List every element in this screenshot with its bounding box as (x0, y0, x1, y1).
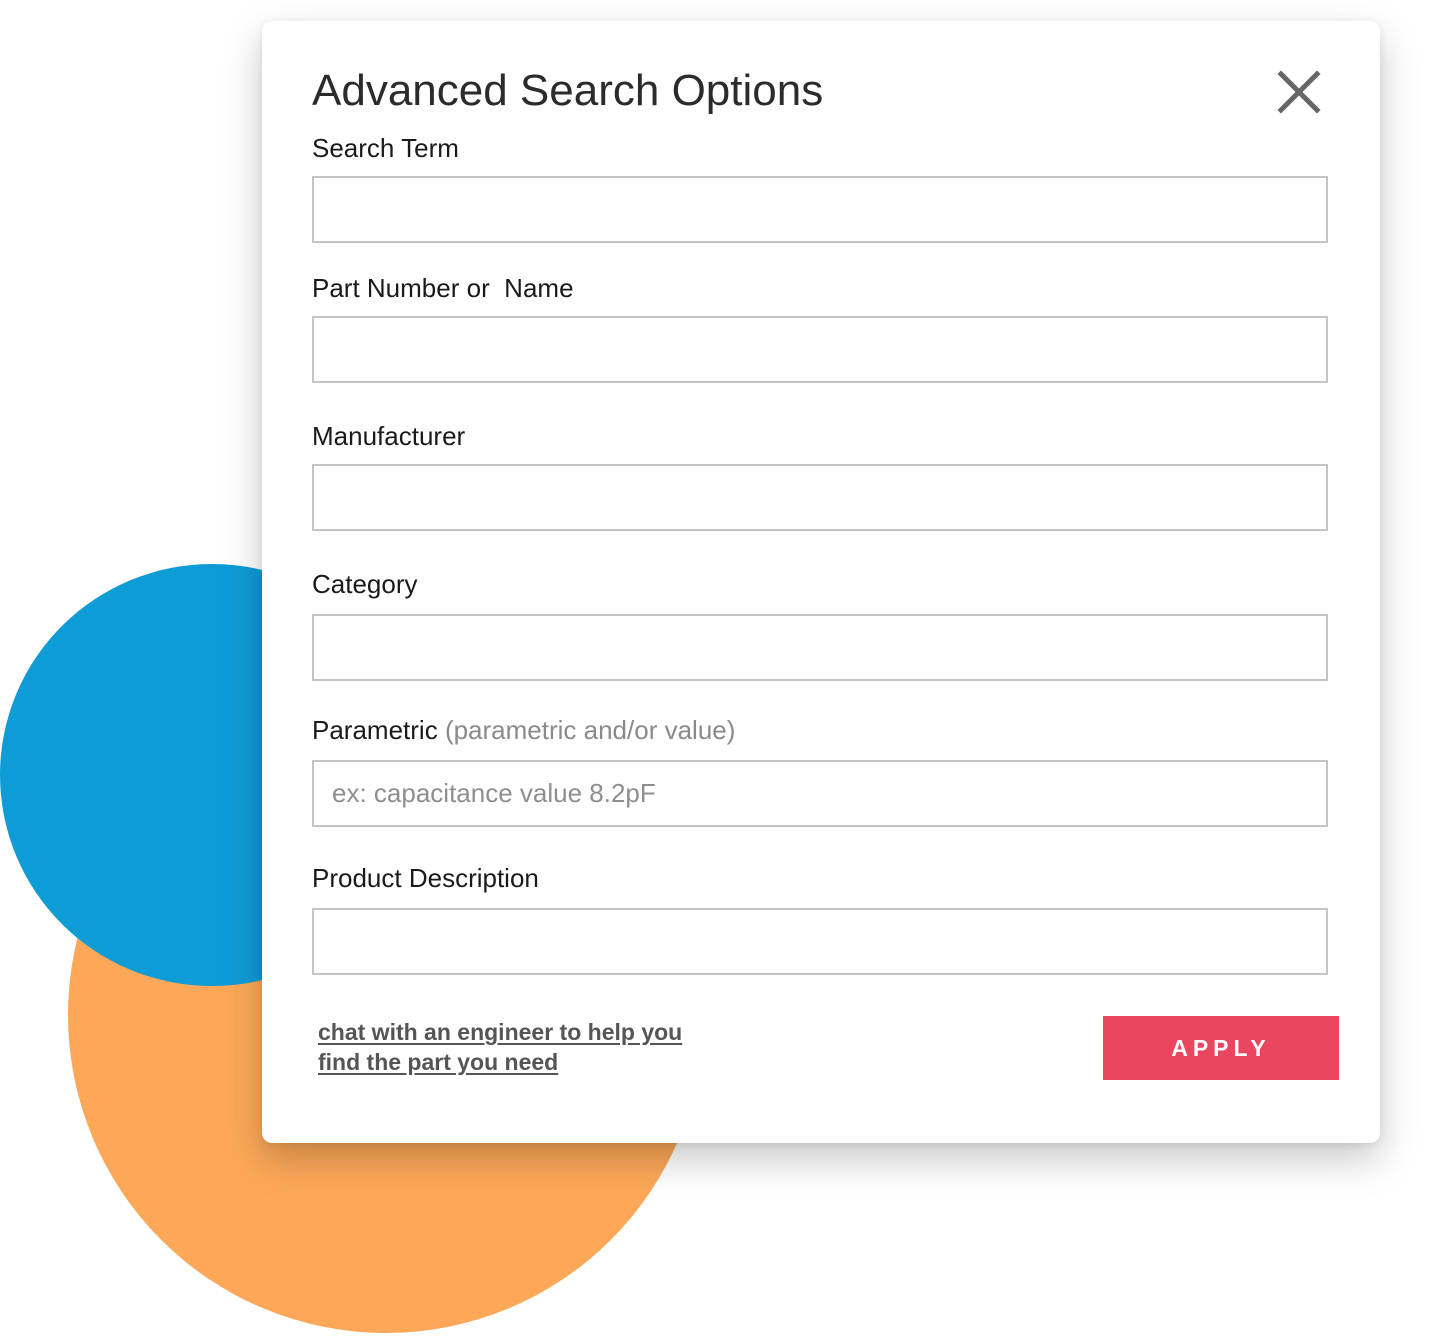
close-icon (1277, 70, 1321, 114)
chat-engineer-link[interactable]: chat with an engineer to help you find th… (318, 1017, 738, 1077)
dialog-title: Advanced Search Options (312, 66, 824, 115)
chat-engineer-link-line1: chat with an engineer to help you (318, 1019, 683, 1045)
close-button[interactable] (1274, 67, 1324, 117)
apply-button[interactable]: APPLY (1103, 1016, 1339, 1080)
chat-engineer-link-line2: find the part you need (318, 1049, 559, 1075)
product-description-label: Product Description (312, 863, 539, 893)
parametric-hint: (parametric and/or value) (444, 715, 736, 745)
part-number-label: Part Number or Name (312, 273, 574, 303)
manufacturer-label: Manufacturer (312, 421, 466, 451)
product-description-input[interactable] (312, 908, 1328, 975)
advanced-search-dialog: Advanced Search Options Search Term Part… (262, 21, 1380, 1143)
part-number-input[interactable] (312, 316, 1328, 383)
search-term-label: Search Term (312, 133, 459, 163)
parametric-input[interactable] (312, 760, 1328, 827)
parametric-label-row: Parametric (parametric and/or value) (312, 714, 735, 746)
parametric-label: Parametric (312, 715, 438, 745)
manufacturer-input[interactable] (312, 464, 1328, 531)
category-input[interactable] (312, 614, 1328, 681)
category-label: Category (312, 569, 418, 599)
search-term-input[interactable] (312, 176, 1328, 243)
